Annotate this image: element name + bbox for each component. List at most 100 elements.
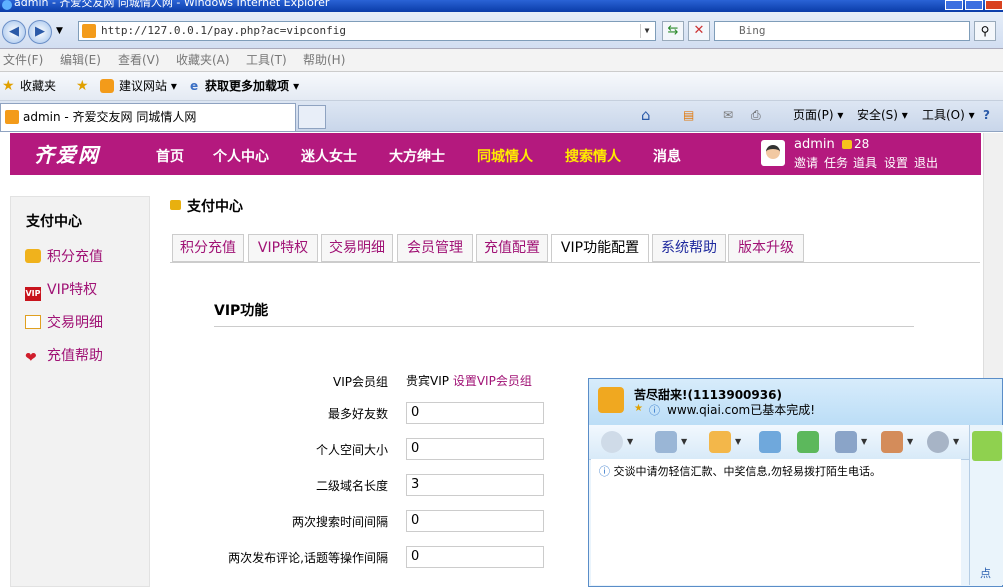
tab-vip-config[interactable]: VIP功能配置 <box>551 234 649 263</box>
tab-member-management[interactable]: 会员管理 <box>397 234 473 262</box>
send-file-icon[interactable] <box>709 431 731 453</box>
webcam-icon[interactable] <box>601 431 623 453</box>
menu-favorites[interactable]: 收藏夹(A) <box>176 49 230 71</box>
back-button[interactable]: ◀ <box>2 20 26 44</box>
tab-vip-privileges[interactable]: VIP特权 <box>248 234 318 262</box>
favorites-star-icon: ★ <box>2 78 15 94</box>
nav-ladies[interactable]: 迷人女士 <box>301 146 357 166</box>
post-interval-input[interactable]: 0 <box>406 546 544 568</box>
max-friends-input[interactable]: 0 <box>406 402 544 424</box>
nav-messages[interactable]: 消息 <box>653 146 681 166</box>
field-label-space-size: 个人空间大小 <box>315 443 388 457</box>
sidebar-item-transactions[interactable]: 交易明细 <box>25 312 103 332</box>
apps-icon[interactable] <box>881 431 903 453</box>
search-interval-input[interactable]: 0 <box>406 510 544 532</box>
avatar[interactable] <box>761 140 785 166</box>
read-mail-icon[interactable]: ✉ <box>723 101 733 129</box>
section-divider <box>214 326 914 327</box>
address-dropdown-icon[interactable]: ▼ <box>640 24 653 38</box>
user-link-logout[interactable]: 退出 <box>914 154 938 171</box>
search-placeholder: Bing <box>739 24 766 37</box>
tools-menu[interactable]: 工具(O) ▾ <box>922 101 975 129</box>
home-icon[interactable]: ⌂ <box>641 101 651 129</box>
nav-personal-center[interactable]: 个人中心 <box>213 146 269 166</box>
sidebar-item-recharge-help[interactable]: ❤ 充值帮助 <box>25 345 103 365</box>
favorites-button[interactable]: 收藏夹 <box>20 72 56 100</box>
contact-card-icon[interactable] <box>835 431 857 453</box>
chevron-down-icon[interactable]: ▼ <box>953 437 959 446</box>
microphone-icon[interactable] <box>655 431 677 453</box>
chat-body[interactable]: ⓘ 交谈中请勿轻信汇款、中奖信息,勿轻易拨打陌生电话。 <box>591 459 961 585</box>
nav-gentlemen[interactable]: 大方绅士 <box>389 146 445 166</box>
section-title: VIP功能 <box>214 303 269 319</box>
chat-header: 苦尽甜来!(1113900936) ★ ⓘ www.qiai.com已基本完成! <box>589 379 1002 429</box>
ie-icon <box>2 0 12 10</box>
print-icon[interactable]: ⎙ <box>751 101 761 129</box>
sidebar-item-label: 积分充值 <box>47 249 103 265</box>
add-favorite-icon[interactable]: ★ <box>76 72 89 100</box>
forward-button[interactable]: ▶ <box>28 20 52 44</box>
history-dropdown-icon[interactable]: ▼ <box>56 26 63 36</box>
tab-transactions[interactable]: 交易明细 <box>321 234 393 262</box>
sidebar-item-points-recharge[interactable]: 积分充值 <box>25 246 103 266</box>
search-icon[interactable]: ⚲ <box>974 21 996 41</box>
window-titlebar: admin - 齐爱交友网 同城情人网 - Windows Internet E… <box>0 0 1003 12</box>
get-more-addons-link[interactable]: 获取更多加载项 ▾ <box>205 72 299 100</box>
command-bar: ⌂ ▤ ✉ ⎙ 页面(P) ▾ 安全(S) ▾ 工具(O) ▾ ? <box>0 101 1003 131</box>
space-size-input[interactable]: 0 <box>406 438 544 460</box>
ad-banner-icon[interactable] <box>972 431 1002 461</box>
vip-group-value: 贵宾VIP 设置VIP会员组 <box>406 372 532 389</box>
stop-button[interactable]: ✕ <box>688 21 710 41</box>
site-logo[interactable]: 齐爱网 <box>34 139 100 168</box>
search-input[interactable]: Bing <box>714 21 970 41</box>
tab-points-recharge[interactable]: 积分充值 <box>172 234 244 262</box>
user-link-tasks[interactable]: 任务 <box>824 154 848 171</box>
menu-help[interactable]: 帮助(H) <box>303 49 345 71</box>
menu-edit[interactable]: 编辑(E) <box>60 49 101 71</box>
chevron-down-icon[interactable]: ▼ <box>627 437 633 446</box>
field-label-max-friends: 最多好友数 <box>327 407 388 421</box>
refresh-button[interactable]: ⇆ <box>662 21 684 41</box>
tab-version-upgrade[interactable]: 版本升级 <box>728 234 804 262</box>
maximize-button[interactable] <box>965 0 983 10</box>
safety-menu[interactable]: 安全(S) ▾ <box>857 101 908 129</box>
nav-local-lovers[interactable]: 同城情人 <box>477 146 533 166</box>
subdomain-length-input[interactable]: 3 <box>406 474 544 496</box>
nav-search-lovers[interactable]: 搜索情人 <box>565 146 621 166</box>
level-star-icon: ★ <box>634 403 643 414</box>
warning-shield-icon: ⓘ <box>599 465 610 478</box>
window-title: admin - 齐爱交友网 同城情人网 - Windows Internet E… <box>14 0 330 9</box>
address-input[interactable]: http://127.0.0.1/pay.php?ac=vipconfig ▼ <box>78 21 656 41</box>
username[interactable]: admin <box>794 137 835 152</box>
feeds-icon[interactable]: ▤ <box>683 101 694 129</box>
site-header: 齐爱网 首页 个人中心 迷人女士 大方绅士 同城情人 搜索情人 消息 admin… <box>10 133 981 175</box>
menu-tools[interactable]: 工具(T) <box>246 49 287 71</box>
tab-recharge-config[interactable]: 充值配置 <box>476 234 548 262</box>
close-window-button[interactable] <box>985 0 1003 10</box>
chevron-down-icon[interactable]: ▼ <box>735 437 741 446</box>
chat-popup: 苦尽甜来!(1113900936) ★ ⓘ www.qiai.com已基本完成!… <box>588 378 1003 587</box>
help-icon[interactable]: ? <box>983 101 990 129</box>
chevron-down-icon[interactable]: ▼ <box>907 437 913 446</box>
site-favicon-icon <box>82 24 96 38</box>
minimize-button[interactable] <box>945 0 963 10</box>
sidebar-item-vip[interactable]: VIP VIP特权 <box>25 279 97 301</box>
tab-system-help[interactable]: 系统帮助 <box>652 234 726 262</box>
menu-view[interactable]: 查看(V) <box>118 49 160 71</box>
page-menu[interactable]: 页面(P) ▾ <box>793 101 843 129</box>
message-icon[interactable] <box>759 431 781 453</box>
add-icon[interactable] <box>797 431 819 453</box>
suggested-sites-link[interactable]: 建议网站 ▾ <box>119 72 177 100</box>
side-panel-text[interactable]: 点 <box>980 565 991 581</box>
chevron-down-icon[interactable]: ▼ <box>861 437 867 446</box>
menu-file[interactable]: 文件(F) <box>3 49 43 71</box>
user-link-settings[interactable]: 设置 <box>884 154 908 171</box>
user-link-invite[interactable]: 邀请 <box>794 154 818 171</box>
contact-avatar[interactable] <box>598 387 624 413</box>
chat-side-panel: 点 <box>969 425 1003 585</box>
chevron-down-icon[interactable]: ▼ <box>681 437 687 446</box>
set-vip-group-link[interactable]: 设置VIP会员组 <box>453 374 532 388</box>
nav-home[interactable]: 首页 <box>156 146 184 166</box>
user-link-items[interactable]: 道具 <box>853 154 877 171</box>
settings-icon[interactable] <box>927 431 949 453</box>
